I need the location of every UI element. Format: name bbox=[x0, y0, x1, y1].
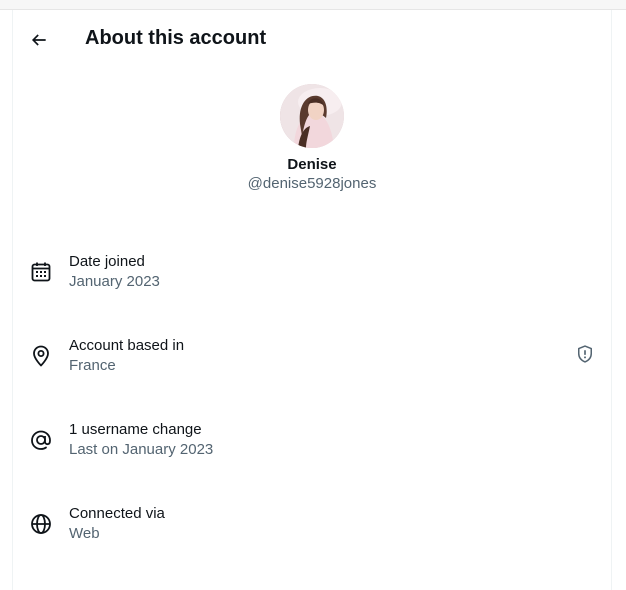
row-date-joined: Date joined January 2023 bbox=[13, 242, 611, 326]
calendar-icon bbox=[29, 260, 53, 284]
row-text: Account based in France bbox=[69, 336, 184, 376]
username-change-value: Last on January 2023 bbox=[69, 441, 214, 458]
connected-via-label: Connected via bbox=[69, 505, 165, 522]
display-name: Denise bbox=[287, 156, 337, 173]
date-joined-value: January 2023 bbox=[69, 273, 160, 290]
row-account-based-in: Account based in France bbox=[13, 326, 611, 410]
row-text: Connected via Web bbox=[69, 504, 165, 544]
username-handle: @denise5928jones bbox=[247, 175, 377, 192]
about-account-panel: About this account Denise @denise5928jon… bbox=[12, 10, 612, 590]
connected-via-value: Web bbox=[69, 525, 100, 542]
page-title: About this account bbox=[85, 27, 267, 49]
at-sign-icon bbox=[29, 428, 53, 452]
account-based-in-label: Account based in bbox=[69, 337, 185, 354]
header: About this account bbox=[13, 20, 611, 60]
globe-icon bbox=[29, 512, 53, 536]
row-username-change: 1 username change Last on January 2023 bbox=[13, 410, 611, 494]
account-details-list: Date joined January 2023 Account based i… bbox=[13, 242, 611, 578]
window-top-border bbox=[0, 0, 626, 10]
arrow-left-icon bbox=[31, 34, 46, 46]
row-connected-via: Connected via Web bbox=[13, 494, 611, 578]
location-pin-icon bbox=[29, 344, 53, 368]
date-joined-label: Date joined bbox=[69, 253, 145, 270]
avatar-image bbox=[280, 84, 344, 148]
row-text: Date joined January 2023 bbox=[69, 252, 160, 292]
account-based-in-value: France bbox=[69, 357, 116, 374]
username-change-label: 1 username change bbox=[69, 421, 202, 438]
row-text: 1 username change Last on January 2023 bbox=[69, 420, 213, 460]
shield-alert-icon[interactable] bbox=[575, 344, 595, 364]
back-button[interactable] bbox=[23, 24, 55, 56]
avatar[interactable] bbox=[280, 84, 344, 148]
profile-summary: Denise @denise5928jones bbox=[13, 84, 611, 192]
